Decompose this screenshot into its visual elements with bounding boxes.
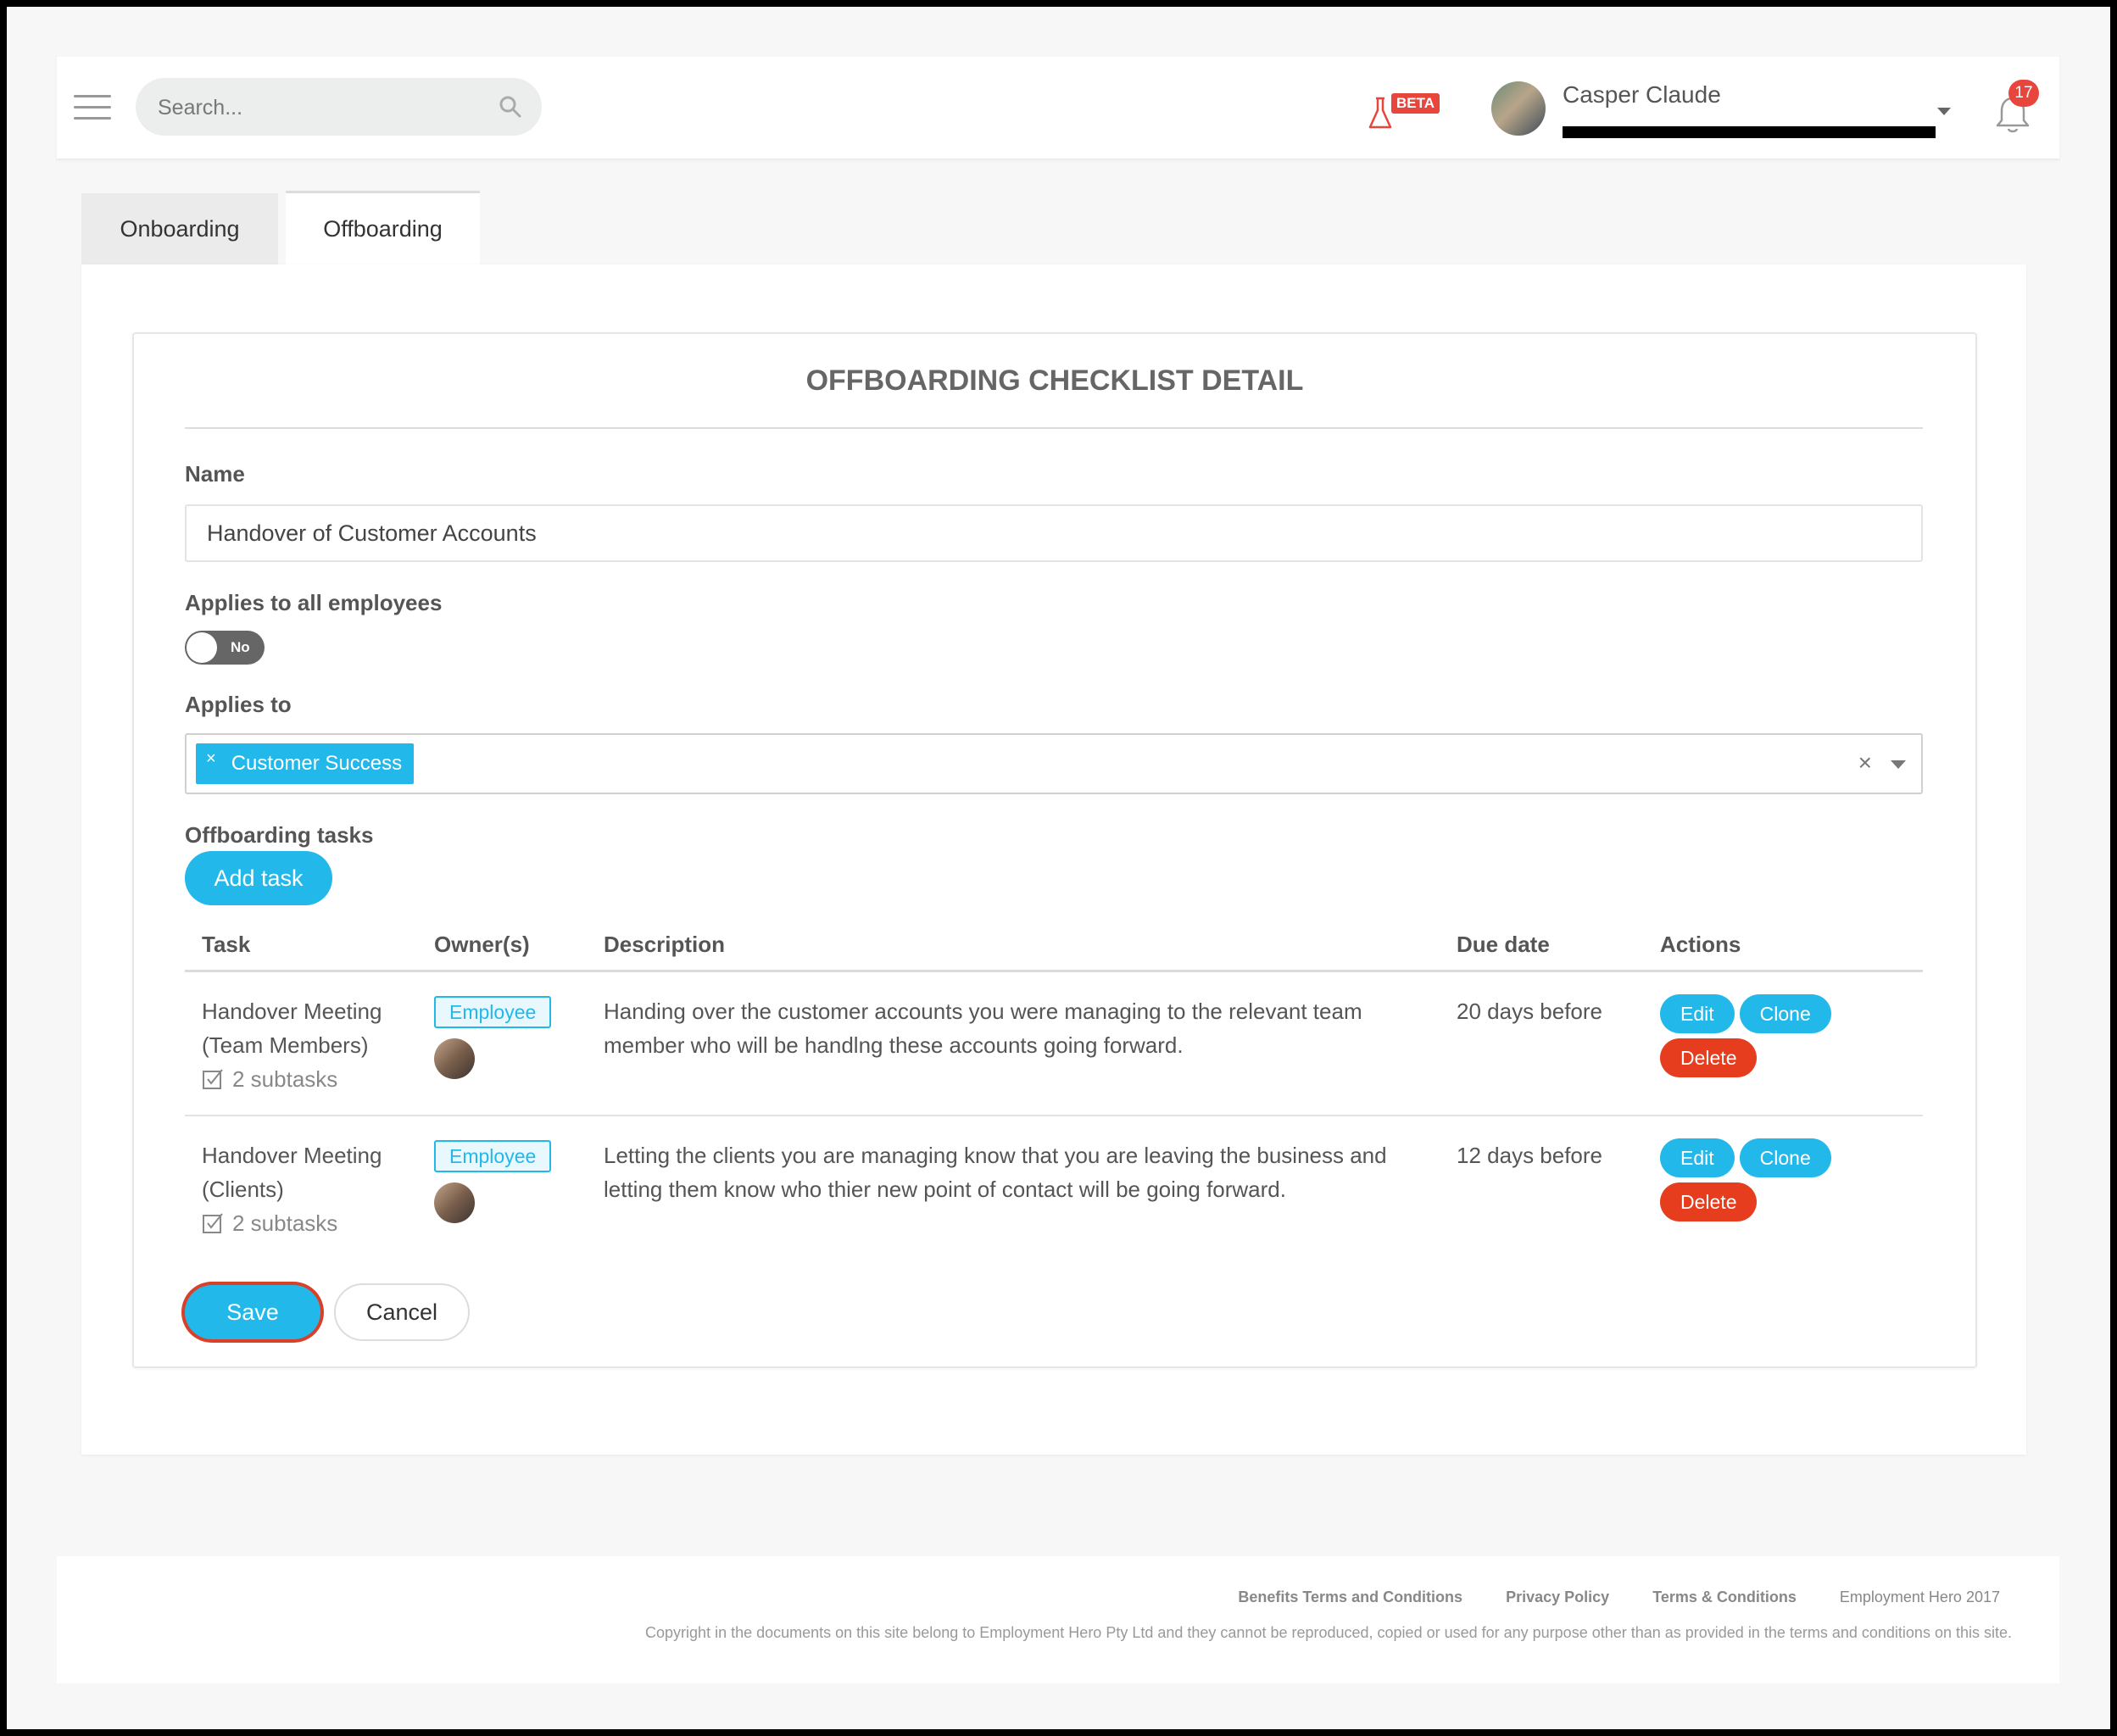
flask-icon: [1368, 97, 1392, 129]
table-header-row: Task Owner(s) Description Due date Actio…: [185, 919, 1923, 972]
user-avatar[interactable]: [1491, 81, 1546, 136]
tab-onboarding[interactable]: Onboarding: [81, 193, 278, 264]
search-box: [136, 78, 542, 137]
add-task-button[interactable]: Add task: [185, 851, 332, 905]
footer-brand: Employment Hero 2017: [1839, 1589, 2000, 1605]
subtasks-info: 2 subtasks: [202, 1206, 417, 1240]
user-name[interactable]: Casper Claude: [1563, 81, 1721, 108]
cancel-button[interactable]: Cancel: [334, 1283, 470, 1341]
beta-badge: BETA: [1391, 93, 1440, 114]
clear-selection-icon[interactable]: ×: [1858, 749, 1872, 776]
applies-to-label: Applies to: [185, 692, 292, 717]
description-cell: Handing over the customer accounts you w…: [587, 971, 1440, 1116]
clone-button[interactable]: Clone: [1739, 994, 1831, 1033]
chevron-down-icon[interactable]: [1937, 108, 1951, 115]
edit-button[interactable]: Edit: [1660, 1138, 1735, 1177]
name-label: Name: [185, 461, 245, 487]
description-cell: Letting the clients you are managing kno…: [604, 1143, 1387, 1202]
search-icon[interactable]: [498, 94, 523, 120]
clone-button[interactable]: Clone: [1739, 1138, 1831, 1177]
app-canvas: BETA Casper Claude 17 Onboarding Offboar…: [7, 7, 2110, 1729]
column-header-description: Description: [587, 919, 1440, 972]
toggle-knob: [187, 632, 217, 663]
main-panel: OFFBOARDING CHECKLIST DETAIL Name Applie…: [81, 264, 2026, 1455]
save-button[interactable]: Save: [185, 1285, 320, 1339]
edit-button[interactable]: Edit: [1660, 994, 1735, 1033]
chip-label: Customer Success: [231, 752, 403, 775]
task-cell: Handover Meeting (Team Members) 2 subtas…: [185, 971, 417, 1116]
owner-tag: Employee: [434, 1140, 552, 1172]
dropdown-caret-icon[interactable]: [1891, 760, 1906, 769]
owner-tag: Employee: [434, 996, 552, 1028]
beta-features[interactable]: BETA: [1368, 93, 1444, 132]
owner-cell: Employee: [417, 1116, 587, 1259]
column-header-due-date: Due date: [1440, 919, 1643, 972]
subtasks-info: 2 subtasks: [202, 1062, 417, 1096]
top-navbar: BETA Casper Claude 17: [57, 57, 2059, 159]
checkbox-icon: [203, 1213, 223, 1233]
table-row: Handover Meeting (Team Members) 2 subtas…: [185, 971, 1923, 1116]
owner-cell: Employee: [417, 971, 587, 1116]
footer-link-benefits-terms[interactable]: Benefits Terms and Conditions: [1238, 1589, 1462, 1605]
owner-avatar: [434, 1182, 475, 1223]
applies-to-select[interactable]: × Customer Success ×: [185, 733, 1923, 794]
task-name: Handover Meeting (Clients): [202, 1143, 382, 1202]
subtasks-count: 2 subtasks: [232, 1210, 338, 1236]
checklist-detail-card: OFFBOARDING CHECKLIST DETAIL Name Applie…: [132, 332, 1977, 1368]
delete-button[interactable]: Delete: [1660, 1182, 1758, 1221]
task-cell: Handover Meeting (Clients) 2 subtasks: [185, 1116, 417, 1259]
toggle-state-label: No: [231, 639, 250, 655]
notification-count-badge: 17: [2008, 80, 2039, 107]
page-title: OFFBOARDING CHECKLIST DETAIL: [805, 364, 1304, 397]
delete-button[interactable]: Delete: [1660, 1038, 1758, 1077]
offboarding-tasks-label: Offboarding tasks: [185, 822, 374, 848]
applies-all-toggle[interactable]: No: [185, 631, 265, 665]
task-name: Handover Meeting (Team Members): [202, 999, 382, 1058]
chip-remove-icon[interactable]: ×: [206, 749, 216, 768]
column-header-actions: Actions: [1643, 919, 1923, 972]
title-divider: [185, 427, 1923, 429]
footer-links: Benefits Terms and Conditions Privacy Po…: [1199, 1589, 2000, 1606]
checkbox-icon: [203, 1069, 223, 1089]
selected-chip: × Customer Success: [196, 743, 415, 784]
actions-cell: Edit Clone Delete: [1643, 971, 1923, 1116]
footer-link-terms-conditions[interactable]: Terms & Conditions: [1652, 1589, 1797, 1605]
actions-cell: Edit Clone Delete: [1643, 1116, 1923, 1259]
footer-link-privacy-policy[interactable]: Privacy Policy: [1506, 1589, 1609, 1605]
subtasks-count: 2 subtasks: [232, 1066, 338, 1092]
tab-offboarding[interactable]: Offboarding: [286, 191, 480, 264]
column-header-owners: Owner(s): [417, 919, 587, 972]
applies-all-label: Applies to all employees: [185, 590, 443, 615]
table-row: Handover Meeting (Clients) 2 subtasks Em…: [185, 1116, 1923, 1259]
footer: Benefits Terms and Conditions Privacy Po…: [57, 1556, 2059, 1683]
tasks-table: Task Owner(s) Description Due date Actio…: [185, 919, 1923, 1259]
column-header-task: Task: [185, 919, 417, 972]
redacted-email: [1563, 126, 1936, 138]
footer-copyright: Copyright in the documents on this site …: [645, 1624, 2012, 1641]
due-date-cell: 20 days before: [1440, 971, 1643, 1116]
menu-icon[interactable]: [74, 95, 111, 120]
search-input[interactable]: [156, 78, 482, 137]
name-field[interactable]: [185, 504, 1923, 562]
owner-avatar: [434, 1038, 475, 1079]
due-date-cell: 12 days before: [1457, 1143, 1603, 1168]
